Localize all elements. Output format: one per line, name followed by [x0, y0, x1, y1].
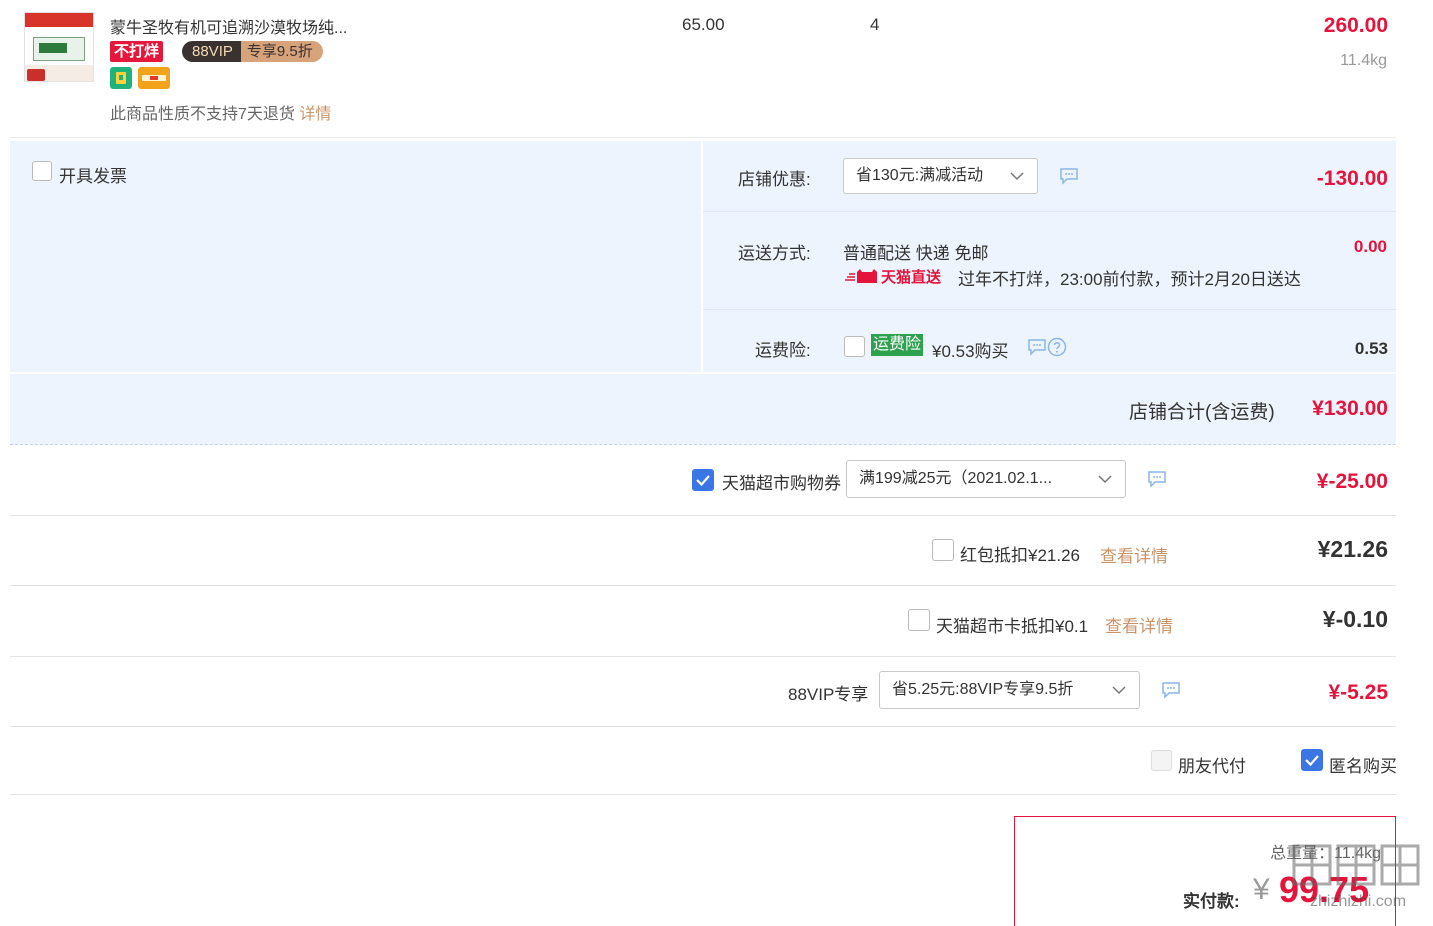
coupon-value: 满199减25元（2021.02.1... — [859, 470, 1053, 487]
return-note: 此商品性质不支持7天退货 — [110, 106, 295, 123]
market-card-detail-link[interactable]: 查看详情 — [1105, 612, 1173, 637]
coupon-amount: ¥-25.00 — [1316, 470, 1388, 493]
anonymous-label[interactable]: 匿名购买 — [1329, 752, 1397, 777]
product-thumbnail[interactable] — [24, 12, 94, 82]
quantity: 4 — [870, 15, 880, 34]
watermark-glyph — [1292, 844, 1420, 886]
vip-select[interactable]: 省5.25元:88VIP专享9.5折 — [879, 671, 1140, 709]
vip-label: 88VIP专享 — [788, 685, 869, 704]
panel-divider-vertical — [701, 141, 703, 372]
message-icon[interactable] — [1147, 470, 1167, 488]
chevron-down-icon — [1112, 686, 1126, 695]
badge-88vip: 88VIP 专享9.5折 — [182, 41, 323, 62]
insurance-checkbox[interactable] — [844, 336, 865, 357]
shipping-amount: 0.00 — [1353, 237, 1387, 256]
store-discount-value: 省130元:满减活动 — [856, 167, 984, 184]
invoice-checkbox[interactable] — [32, 161, 52, 181]
pay-label: 实付款: — [1183, 892, 1240, 911]
invoice-label[interactable]: 开具发票 — [59, 162, 127, 187]
shipping-label: 运送方式: — [738, 244, 811, 263]
market-card-amount: ¥-0.10 — [1322, 606, 1388, 632]
red-packet-checkbox[interactable] — [932, 539, 954, 561]
red-packet-amount: ¥21.26 — [1317, 536, 1388, 562]
message-icon[interactable] — [1027, 338, 1047, 356]
friend-pay-label[interactable]: 朋友代付 — [1178, 752, 1246, 777]
store-total-label: 店铺合计(含运费) — [1129, 402, 1275, 423]
item-weight: 11.4kg — [1340, 52, 1387, 69]
coupon-select[interactable]: 满199减25元（2021.02.1... — [846, 460, 1126, 498]
item-subtotal: 260.00 — [1323, 14, 1388, 37]
tmall-direct-badge: 天猫直送 — [843, 266, 941, 286]
shipping-method: 普通配送 快递 免邮 — [843, 244, 989, 263]
pay-currency: ¥ — [1253, 873, 1270, 906]
vip-value: 省5.25元:88VIP专享9.5折 — [892, 681, 1074, 698]
return-detail-link[interactable]: 详情 — [299, 106, 331, 123]
message-icon[interactable] — [1059, 167, 1079, 185]
market-card-checkbox[interactable] — [908, 609, 930, 631]
product-title[interactable]: 蒙牛圣牧有机可追溯沙漠牧场纯... — [110, 14, 347, 38]
checkmark-icon — [696, 475, 710, 487]
watermark-logo: zhizhizhi.com — [1290, 840, 1426, 910]
coupon-label[interactable]: 天猫超市购物券 — [722, 469, 841, 494]
unit-price: 65.00 — [682, 15, 725, 34]
checkmark-icon — [1305, 755, 1319, 767]
insurance-label: 运费险: — [755, 341, 811, 360]
help-icon[interactable] — [1047, 337, 1067, 357]
tmall-direct-text: 天猫直送 — [881, 268, 942, 286]
store-discount-select[interactable]: 省130元:满减活动 — [843, 158, 1038, 194]
panel-divider-3 — [10, 372, 1396, 374]
insurance-amount: 0.53 — [1354, 339, 1388, 358]
watermark-text: zhizhizhi.com — [1309, 893, 1407, 910]
service-icon — [110, 67, 132, 89]
insurance-price-text: ¥0.53购买 — [932, 342, 1009, 361]
panel-divider-2 — [703, 309, 1396, 310]
tmall-cat-icon — [845, 269, 877, 283]
shipping-note: 过年不打烊，23:00前付款，预计2月20日送达 — [958, 270, 1301, 289]
red-packet-label[interactable]: 红包抵扣¥21.26 — [960, 541, 1080, 566]
anonymous-checkbox[interactable] — [1301, 749, 1323, 771]
card-icon — [138, 67, 170, 89]
store-discount-label: 店铺优惠: — [738, 170, 811, 189]
message-icon[interactable] — [1161, 681, 1181, 699]
red-packet-detail-link[interactable]: 查看详情 — [1100, 542, 1168, 567]
store-discount-amount: -130.00 — [1316, 167, 1388, 190]
vip-amount: ¥-5.25 — [1328, 681, 1388, 704]
return-policy: 此商品性质不支持7天退货 详情 — [110, 100, 331, 124]
badge-bu-da-yang: 不打烊 — [110, 41, 164, 62]
panel-divider-1 — [703, 211, 1396, 212]
market-card-label[interactable]: 天猫超市卡抵扣¥0.1 — [936, 612, 1088, 637]
chevron-down-icon — [1010, 172, 1024, 181]
chevron-down-icon — [1098, 475, 1112, 484]
insurance-tag: 运费险 — [871, 334, 924, 356]
coupon-checkbox[interactable] — [692, 469, 714, 491]
friend-pay-checkbox[interactable] — [1151, 750, 1172, 771]
store-total-amount: ¥130.00 — [1312, 397, 1388, 420]
